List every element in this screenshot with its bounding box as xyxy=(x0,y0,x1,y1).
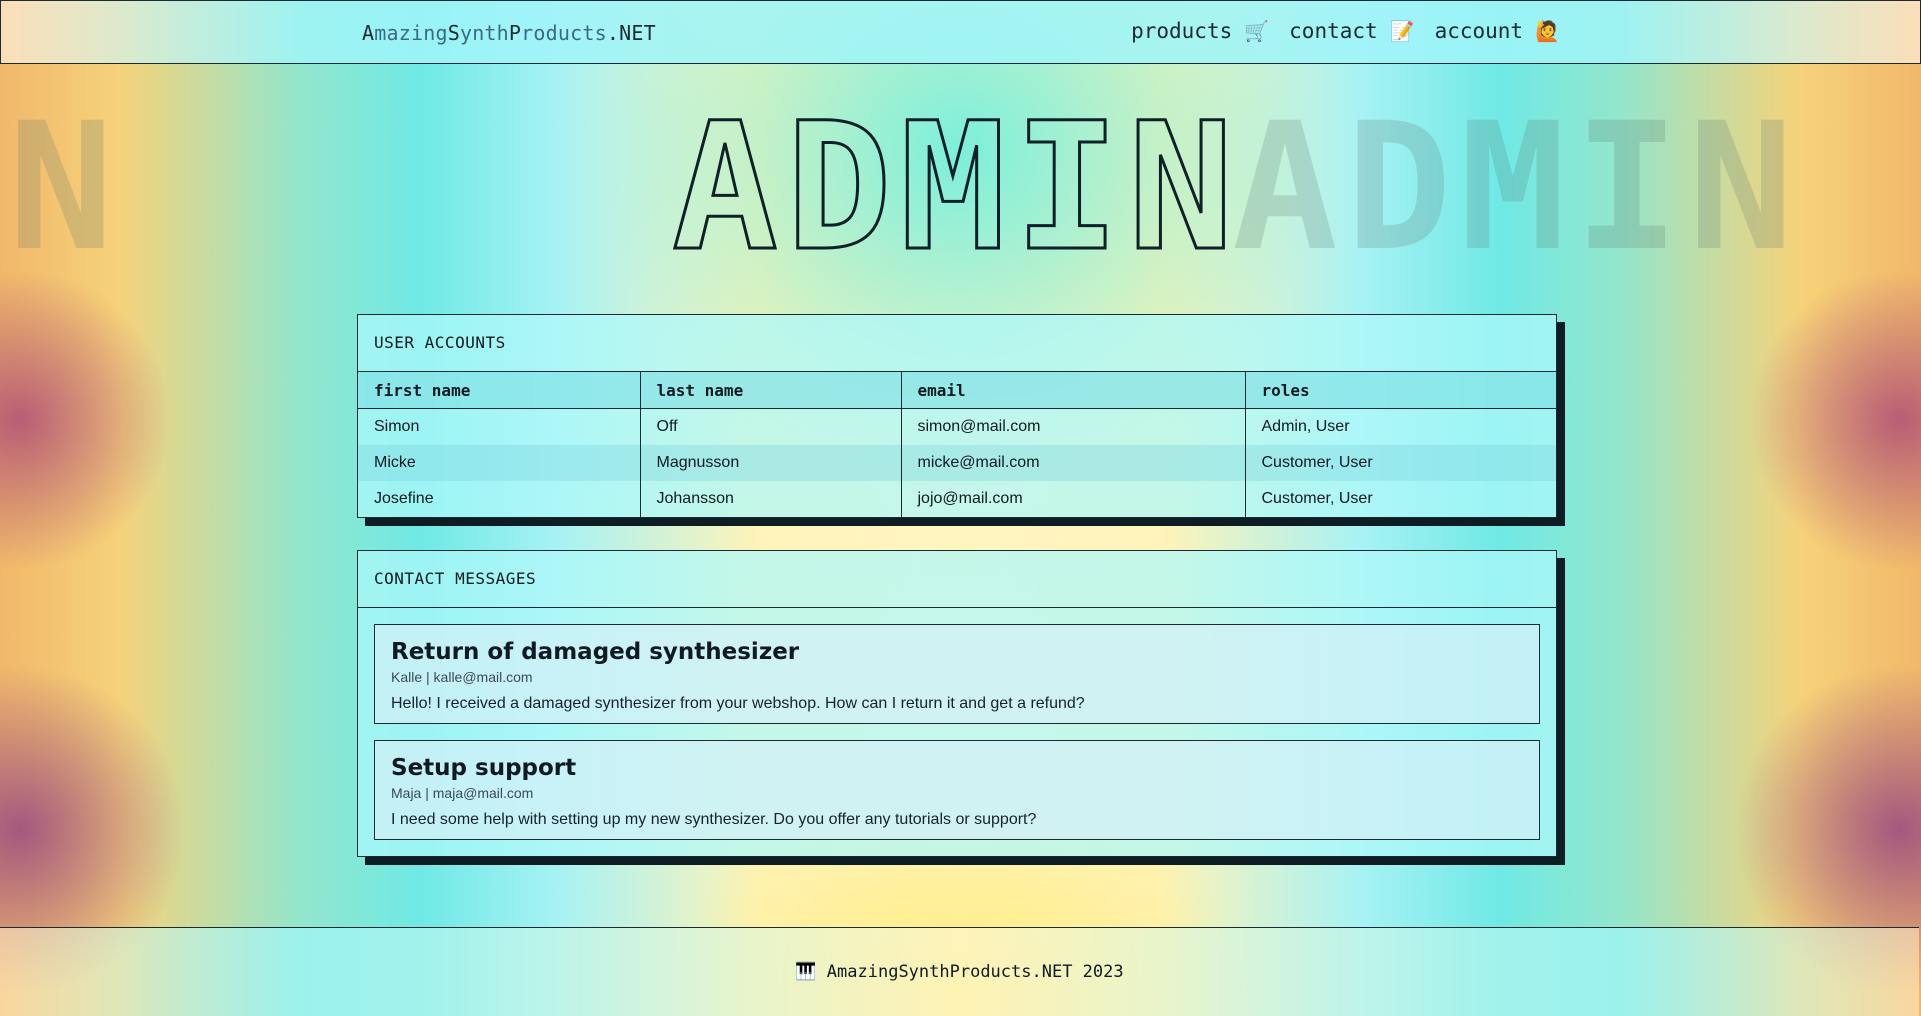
message-card[interactable]: Return of damaged synthesizer Kalle | ka… xyxy=(374,624,1540,724)
cell-last-name: Off xyxy=(640,408,902,445)
nav-account-label: account xyxy=(1434,19,1524,43)
cell-email: simon@mail.com xyxy=(901,408,1246,445)
message-sender: Maja | maja@mail.com xyxy=(391,785,534,801)
brand-logo-link[interactable]: AmazingSynthProducts.NET xyxy=(362,21,656,45)
nav-contact-label: contact xyxy=(1289,19,1378,43)
brand-part: roducts xyxy=(521,21,607,45)
message-card[interactable]: Setup support Maja | maja@mail.com I nee… xyxy=(374,740,1540,840)
brand-part: S xyxy=(447,21,460,45)
cell-email: micke@mail.com xyxy=(901,445,1246,481)
message-list: Return of damaged synthesizer Kalle | ka… xyxy=(358,608,1556,856)
contact-messages-title: CONTACT MESSAGES xyxy=(358,551,1556,608)
brand-part: ynth xyxy=(459,21,509,45)
message-sender: Kalle | kalle@mail.com xyxy=(391,669,533,685)
brand-part: A xyxy=(362,21,375,45)
person-raising-hand-icon: 🙋 xyxy=(1535,19,1560,43)
column-header-email[interactable]: email xyxy=(901,372,1246,409)
cell-roles: Admin, User xyxy=(1261,418,1350,435)
table-row[interactable]: Micke Magnusson micke@mail.com Customer,… xyxy=(358,445,1556,481)
user-accounts-panel: USER ACCOUNTS first name last name email… xyxy=(357,314,1557,518)
hero-background-word: ADMIN xyxy=(0,98,122,278)
user-accounts-title: USER ACCOUNTS xyxy=(358,315,1556,372)
brand-part: .NET xyxy=(606,21,656,45)
column-header-last-name[interactable]: last name xyxy=(640,372,902,409)
page-title: ADMIN xyxy=(671,85,1242,290)
cell-first-name: Simon xyxy=(358,408,641,445)
message-subject: Setup support xyxy=(391,755,577,781)
table-row[interactable]: Simon Off simon@mail.com Admin, User xyxy=(358,408,1556,445)
nav-products-link[interactable]: products 🛒 xyxy=(1131,19,1269,43)
brand-part: mazing xyxy=(374,21,448,45)
contact-messages-panel: CONTACT MESSAGES Return of damaged synth… xyxy=(357,550,1557,857)
piano-keys-icon: 🎹 xyxy=(795,962,817,982)
column-header-first-name[interactable]: first name xyxy=(358,372,641,409)
message-body: Hello! I received a damaged synthesizer … xyxy=(391,695,1085,712)
cell-first-name: Micke xyxy=(358,445,641,481)
memo-icon: 📝 xyxy=(1389,19,1415,43)
user-accounts-table: first name last name email roles Simon O… xyxy=(358,372,1556,517)
main-nav: products 🛒 contact 📝 account 🙋 xyxy=(1131,19,1560,43)
cell-last-name: Magnusson xyxy=(640,445,902,481)
brand-part: P xyxy=(508,21,522,45)
footer-content: 🎹 AmazingSynthProducts.NET 2023 xyxy=(0,962,1919,982)
table-row[interactable]: Josefine Johansson jojo@mail.com Custome… xyxy=(358,481,1556,517)
cell-email: jojo@mail.com xyxy=(901,481,1246,517)
nav-products-label: products xyxy=(1131,19,1233,43)
cell-first-name: Josefine xyxy=(358,481,641,517)
cell-last-name: Johansson xyxy=(640,481,902,517)
message-subject: Return of damaged synthesizer xyxy=(391,639,800,665)
top-nav-bar: AmazingSynthProducts.NET products 🛒 cont… xyxy=(0,0,1921,64)
column-header-roles[interactable]: roles xyxy=(1245,372,1556,409)
message-body: I need some help with setting up my new … xyxy=(391,811,1037,828)
cell-roles: Customer, User xyxy=(1245,445,1556,481)
cell-roles: Customer, User xyxy=(1261,490,1373,507)
nav-account-link[interactable]: account 🙋 xyxy=(1435,19,1560,43)
footer-copyright: AmazingSynthProducts.NET 2023 xyxy=(826,962,1124,982)
hero-background-word: ADMIN xyxy=(1232,98,1802,278)
nav-contact-link[interactable]: contact 📝 xyxy=(1289,19,1414,43)
page-footer: 🎹 AmazingSynthProducts.NET 2023 xyxy=(0,927,1919,1016)
table-header-row: first name last name email roles xyxy=(358,372,1556,409)
shopping-cart-icon: 🛒 xyxy=(1244,19,1270,43)
